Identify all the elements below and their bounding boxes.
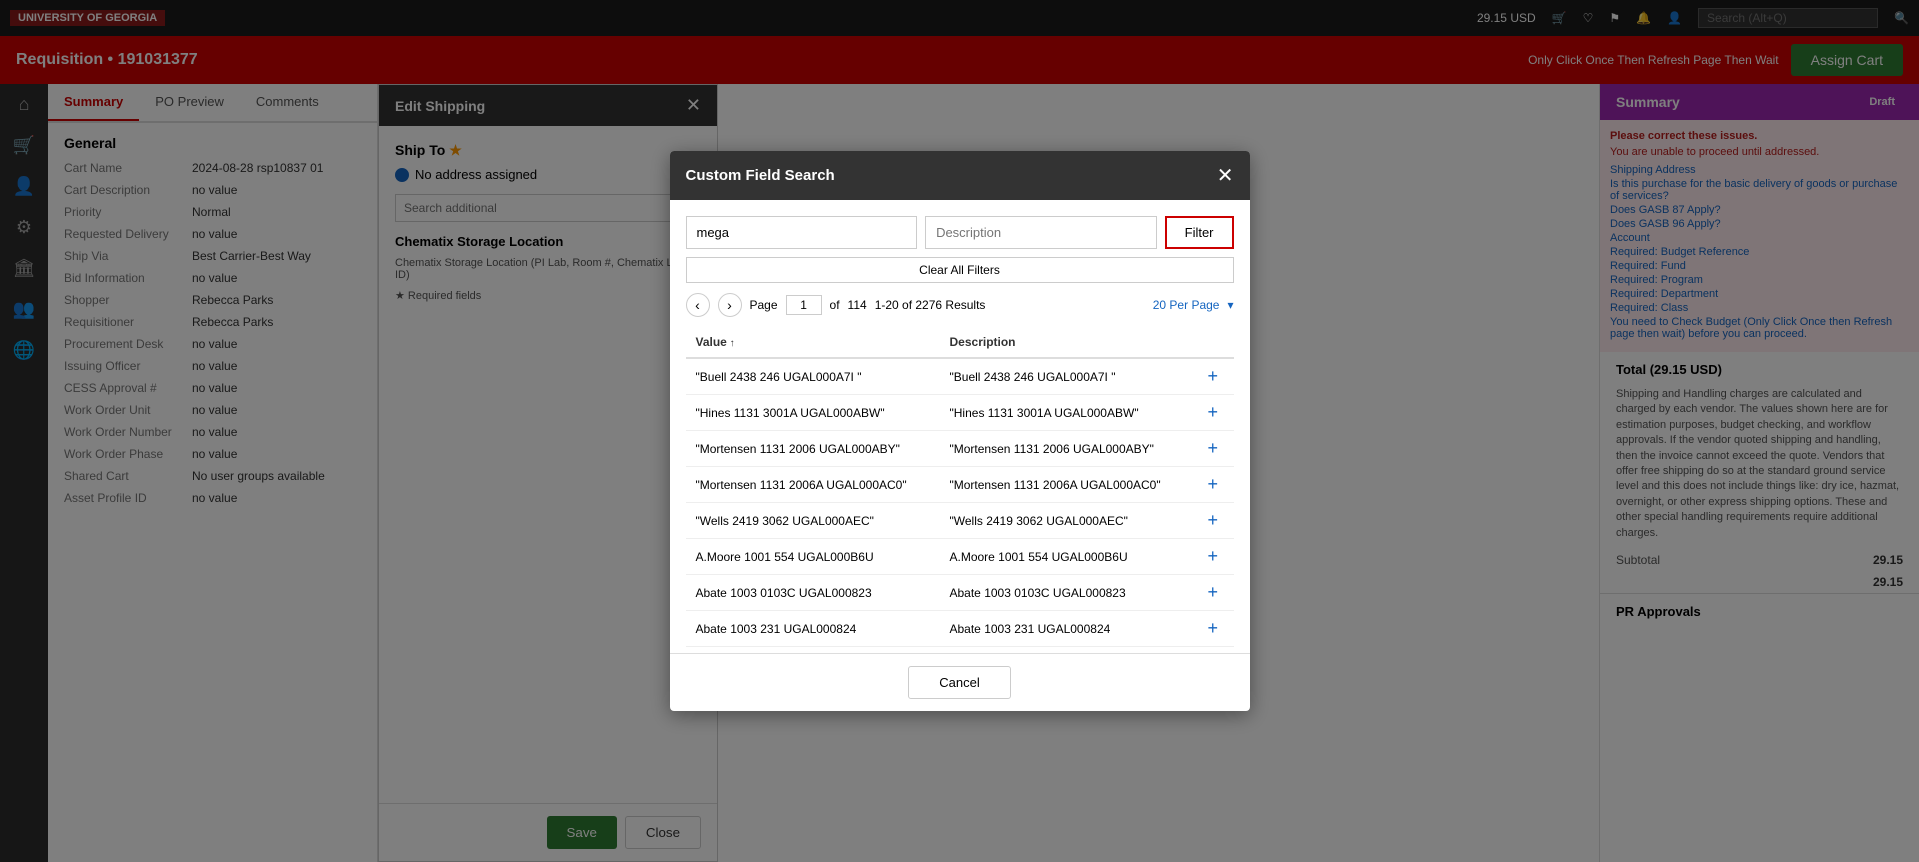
modal-backdrop: Custom Field Search ✕ Filter Clear All F…	[0, 0, 1919, 862]
cell-add[interactable]: +	[1194, 539, 1234, 575]
table-row: Abate 1003 231 UGAL000824 Abate 1003 231…	[686, 611, 1234, 647]
results-text: 1-20 of 2276 Results	[875, 298, 986, 312]
cell-add[interactable]: +	[1194, 611, 1234, 647]
cell-add[interactable]: +	[1194, 467, 1234, 503]
cell-add[interactable]: +	[1194, 431, 1234, 467]
cell-value: "Mortensen 1131 2006A UGAL000AC0"	[686, 467, 940, 503]
cancel-button[interactable]: Cancel	[908, 666, 1010, 699]
cell-description: A.Moore 1001 554 UGAL000B6U	[940, 539, 1194, 575]
cell-value: Abate 1003 0103C UGAL000823	[686, 575, 940, 611]
cell-add[interactable]: +	[1194, 358, 1234, 395]
results-table: Value Description "Buell 2438 246 UGAL00…	[686, 327, 1234, 653]
cell-description: "Mortensen 1131 2006A UGAL000AC0"	[940, 467, 1194, 503]
page-label: Page	[750, 298, 778, 312]
table-row: "Hines 1131 3001A UGAL000ABW" "Hines 113…	[686, 395, 1234, 431]
table-row: "Mortensen 1131 2006 UGAL000ABY" "Morten…	[686, 431, 1234, 467]
cell-value: Abate 1003 231 UGAL000824	[686, 611, 940, 647]
cell-value: "Hines 1131 3001A UGAL000ABW"	[686, 395, 940, 431]
table-row: Abate 1003 0103C UGAL000823 Abate 1003 0…	[686, 575, 1234, 611]
add-row-button[interactable]: +	[1204, 546, 1223, 567]
page-number-input[interactable]	[786, 295, 822, 315]
cell-value: "Buell 2438 246 UGAL000A7I "	[686, 358, 940, 395]
of-label: of	[830, 298, 840, 312]
cell-description: "Mortensen 1131 2006 UGAL000ABY"	[940, 431, 1194, 467]
modal-title: Custom Field Search	[686, 167, 835, 184]
cell-description: "Hines 1131 3001A UGAL000ABW"	[940, 395, 1194, 431]
col-header-action	[1194, 327, 1234, 358]
filter-row: Filter	[686, 216, 1234, 249]
per-page-selector[interactable]: 20 Per Page	[1153, 298, 1220, 312]
next-page-button[interactable]: ›	[718, 293, 742, 317]
cell-value: A.Moore 1001 554 UGAL000B6U	[686, 539, 940, 575]
add-row-button[interactable]: +	[1204, 402, 1223, 423]
results-tbody: "Buell 2438 246 UGAL000A7I " "Buell 2438…	[686, 358, 1234, 653]
pagination-row: ‹ › Page of 114 1-20 of 2276 Results 20 …	[686, 293, 1234, 317]
add-row-button[interactable]: +	[1204, 474, 1223, 495]
cell-add[interactable]: +	[1194, 395, 1234, 431]
modal-close-button[interactable]: ✕	[1217, 163, 1234, 188]
prev-page-button[interactable]: ‹	[686, 293, 710, 317]
cell-add[interactable]: +	[1194, 575, 1234, 611]
table-header-row: Value Description	[686, 327, 1234, 358]
filter-description-input[interactable]	[925, 216, 1157, 249]
total-pages: 114	[848, 298, 867, 312]
cell-add[interactable]: +	[1194, 503, 1234, 539]
col-header-value[interactable]: Value	[686, 327, 940, 358]
add-row-button[interactable]: +	[1204, 366, 1223, 387]
clear-all-filters-button[interactable]: Clear All Filters	[686, 257, 1234, 283]
modal-header: Custom Field Search ✕	[670, 151, 1250, 200]
add-row-button[interactable]: +	[1204, 618, 1223, 639]
table-row: A.Moore 1001 554 UGAL000B6U A.Moore 1001…	[686, 539, 1234, 575]
cell-value: "Wells 2419 3062 UGAL000AEC"	[686, 503, 940, 539]
filter-button[interactable]: Filter	[1165, 216, 1234, 249]
table-row: "Wells 2419 3062 UGAL000AEC" "Wells 2419…	[686, 503, 1234, 539]
custom-field-search-modal: Custom Field Search ✕ Filter Clear All F…	[670, 151, 1250, 711]
per-page-chevron[interactable]: ▾	[1227, 298, 1233, 312]
cell-description: "Buell 2438 246 UGAL000A7I "	[940, 358, 1194, 395]
add-row-button[interactable]: +	[1204, 510, 1223, 531]
col-header-description: Description	[940, 327, 1194, 358]
modal-footer: Cancel	[670, 653, 1250, 711]
add-row-button[interactable]: +	[1204, 582, 1223, 603]
table-row: "Mortensen 1131 2006A UGAL000AC0" "Morte…	[686, 467, 1234, 503]
add-row-button[interactable]: +	[1204, 438, 1223, 459]
cell-value: "Mortensen 1131 2006 UGAL000ABY"	[686, 431, 940, 467]
modal-body: Filter Clear All Filters ‹ › Page of 114…	[670, 200, 1250, 653]
cell-description: "Wells 2419 3062 UGAL000AEC"	[940, 503, 1194, 539]
table-row: "Buell 2438 246 UGAL000A7I " "Buell 2438…	[686, 358, 1234, 395]
filter-value-input[interactable]	[686, 216, 918, 249]
cell-description: Abate 1003 231 UGAL000824	[940, 611, 1194, 647]
cell-description: Abate 1003 0103C UGAL000823	[940, 575, 1194, 611]
